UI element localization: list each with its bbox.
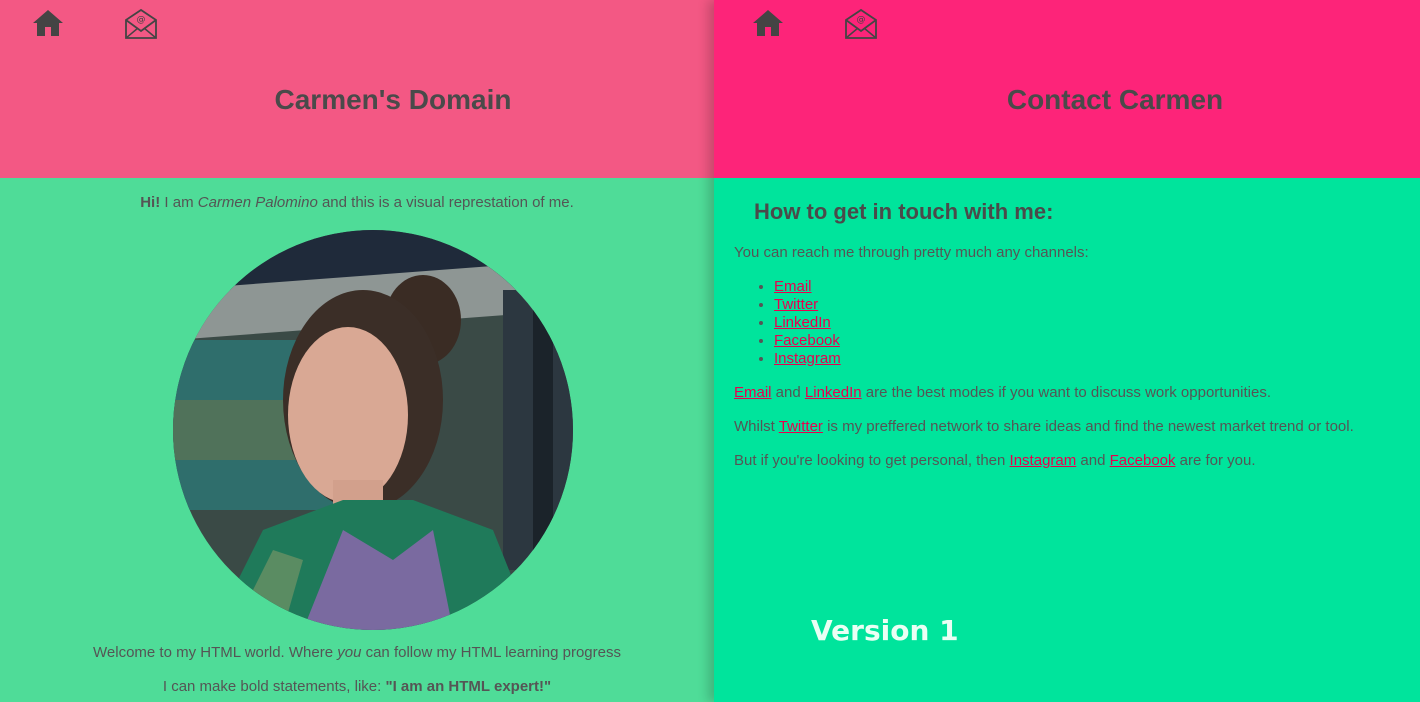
page-title: Contact Carmen	[1006, 84, 1224, 115]
twitter-note: Whilst Twitter is my preffered network t…	[734, 418, 1354, 435]
facebook-link[interactable]: Facebook	[774, 332, 840, 349]
list-item: Facebook	[774, 332, 1420, 350]
home-panel: @ Carmen's Domain Hi! I am Carmen Palomi…	[0, 0, 714, 702]
svg-text:@: @	[137, 15, 146, 25]
contact-heading: How to get in touch with me:	[754, 199, 1054, 224]
mail-icon[interactable]: @	[844, 6, 878, 40]
portrait-photo	[173, 230, 573, 630]
instagram-link[interactable]: Instagram	[774, 350, 841, 367]
contact-panel: @ Contact Carmen How to get in touch wit…	[714, 0, 1420, 702]
welcome-text: Welcome to my HTML world. Where you can …	[93, 644, 621, 661]
facebook-link[interactable]: Facebook	[1110, 452, 1176, 469]
svg-text:@: @	[857, 15, 866, 25]
home-header: @ Carmen's Domain	[0, 0, 714, 178]
home-icon[interactable]	[31, 6, 65, 40]
personal-note: But if you're looking to get personal, t…	[734, 452, 1256, 469]
list-item: Email	[774, 278, 1420, 296]
work-note: Email and LinkedIn are the best modes if…	[734, 384, 1271, 401]
statement-text: I can make bold statements, like: "I am …	[162, 678, 552, 695]
list-item: Instagram	[774, 350, 1420, 368]
list-item: Twitter	[774, 296, 1420, 314]
list-item: LinkedIn	[774, 314, 1420, 332]
channel-list: Email Twitter LinkedIn Facebook Instagra…	[774, 278, 1420, 368]
greeting: Hi!	[140, 194, 161, 211]
email-link[interactable]: Email	[734, 384, 772, 401]
twitter-link[interactable]: Twitter	[779, 418, 823, 435]
instagram-link[interactable]: Instagram	[1010, 452, 1077, 469]
linkedin-link[interactable]: LinkedIn	[774, 314, 831, 331]
twitter-link[interactable]: Twitter	[774, 296, 818, 313]
page-title: Carmen's Domain	[274, 84, 512, 115]
mail-icon[interactable]: @	[124, 6, 158, 40]
email-link[interactable]: Email	[774, 278, 812, 295]
version-label: Version 1	[811, 614, 959, 647]
author-name: Carmen Palomino	[197, 194, 318, 211]
home-icon[interactable]	[751, 6, 785, 40]
linkedin-link[interactable]: LinkedIn	[805, 384, 862, 401]
contact-lead: You can reach me through pretty much any…	[734, 244, 1089, 261]
intro-text: Hi! I am Carmen Palomino and this is a v…	[140, 194, 574, 211]
contact-header: @ Contact Carmen	[714, 0, 1420, 178]
